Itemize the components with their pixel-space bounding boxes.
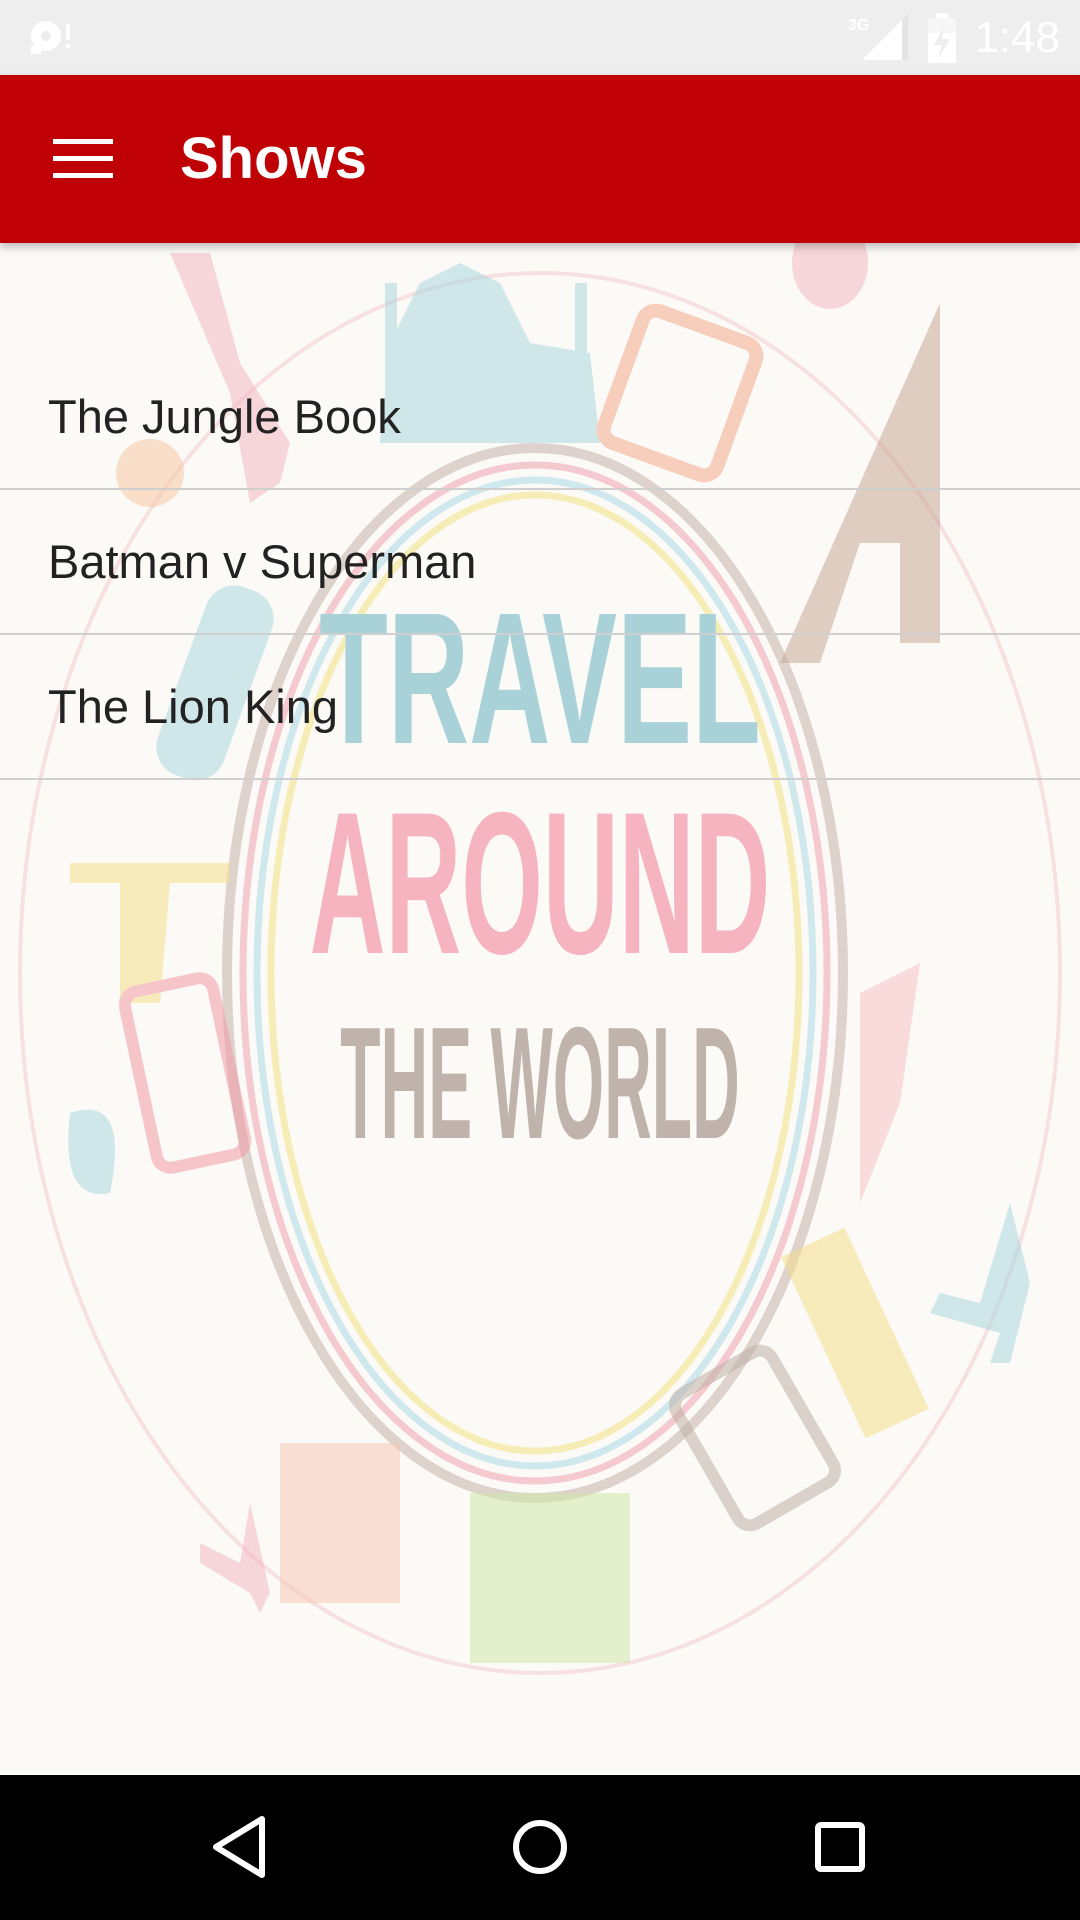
show-title: The Jungle Book [48,390,401,443]
app-bar: Shows [0,75,1080,243]
recents-button[interactable] [790,1797,890,1897]
back-button[interactable] [190,1797,290,1897]
list-item[interactable]: Batman v Superman [0,490,1080,635]
recents-icon [815,1822,865,1872]
show-title: Batman v Superman [48,535,477,588]
home-icon [513,1820,567,1874]
show-title: The Lion King [48,680,339,733]
status-bar: 3G 1:48 [0,0,1080,75]
back-icon [213,1816,265,1878]
notification-icon [31,21,70,54]
network-label: 3G [848,17,869,34]
status-time: 1:48 [974,12,1060,62]
signal-icon: 3G [848,13,909,60]
background-text-around: AROUND [310,771,771,997]
background-text-the-world: THE WORLD [340,994,740,1172]
hamburger-menu-icon [53,139,113,178]
app-screen: 3G 1:48 Shows TRAVEL AROUND THE WORLD Th… [0,0,1080,1920]
menu-button[interactable] [38,119,128,199]
navigation-bar [0,1775,1080,1920]
shows-list: The Jungle Book Batman v Superman The Li… [0,345,1080,780]
battery-icon [928,12,957,63]
list-item[interactable]: The Jungle Book [0,345,1080,490]
home-button[interactable] [490,1797,590,1897]
status-icons: 3G 1:48 [848,0,1060,75]
page-title: Shows [180,126,367,191]
list-item[interactable]: The Lion King [0,635,1080,780]
